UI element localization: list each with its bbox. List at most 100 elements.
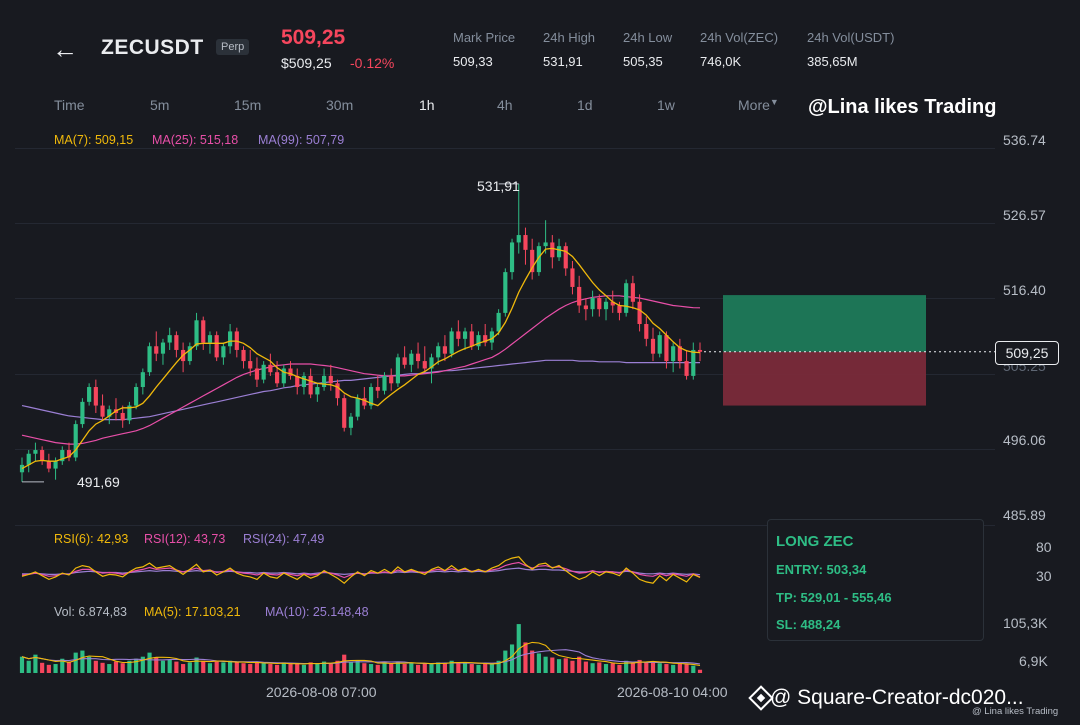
volume-bar bbox=[543, 656, 548, 673]
x-axis-date-label: 2026-08-10 04:00 bbox=[617, 684, 728, 700]
candle-body bbox=[228, 331, 233, 347]
candle-body bbox=[617, 305, 622, 313]
candle-body bbox=[563, 246, 568, 269]
candle-body bbox=[275, 372, 280, 384]
candle-body bbox=[570, 268, 575, 287]
candle-body bbox=[556, 246, 562, 258]
candle-body bbox=[523, 235, 528, 250]
high-price-label: 531,91 bbox=[477, 178, 520, 194]
candle-body bbox=[261, 364, 266, 380]
volume-ma5-legend: MA(5): 17.103,21 bbox=[144, 605, 241, 619]
ma25-line bbox=[21, 295, 701, 445]
candle-body bbox=[650, 338, 656, 354]
volume-bar bbox=[355, 660, 360, 673]
current-price-tag: 509,25 bbox=[995, 341, 1059, 365]
volume-bar bbox=[536, 653, 541, 673]
volume-bar bbox=[462, 663, 468, 673]
candle-body bbox=[550, 242, 555, 258]
candle-body bbox=[321, 375, 327, 388]
volume-bar bbox=[174, 661, 179, 673]
candle-body bbox=[644, 324, 649, 339]
volume-legend: Vol: 6.874,83 bbox=[54, 605, 127, 619]
volume-bar bbox=[295, 663, 300, 673]
candle-body bbox=[684, 361, 689, 376]
volume-bar bbox=[234, 662, 239, 673]
candle-body bbox=[590, 298, 595, 310]
candle-body bbox=[120, 412, 125, 421]
volume-bar bbox=[80, 650, 85, 673]
candle-body bbox=[516, 235, 521, 243]
volume-bar bbox=[570, 660, 575, 673]
candle-body bbox=[207, 335, 213, 343]
candle-body bbox=[167, 335, 172, 343]
volume-bar bbox=[53, 664, 58, 673]
candle-body bbox=[73, 424, 78, 458]
signal-title: LONG ZEC bbox=[776, 533, 854, 550]
volume-bar bbox=[489, 664, 494, 673]
volume-bar bbox=[563, 658, 568, 673]
volume-bar bbox=[664, 664, 669, 673]
candle-body bbox=[308, 375, 313, 395]
volume-bar bbox=[120, 663, 125, 673]
candle-body bbox=[315, 387, 320, 395]
candle-body bbox=[342, 398, 347, 428]
candle-body bbox=[449, 331, 454, 354]
volume-bar bbox=[19, 656, 25, 673]
candle-body bbox=[93, 387, 98, 406]
candle-body bbox=[241, 349, 246, 362]
volume-bar bbox=[697, 669, 703, 673]
volume-bar bbox=[26, 660, 31, 673]
candle-body bbox=[577, 286, 582, 306]
volume-bar bbox=[590, 663, 595, 673]
candle-body bbox=[442, 346, 447, 354]
candle-body bbox=[664, 335, 669, 362]
volume-bar bbox=[476, 664, 481, 673]
candle-body bbox=[194, 320, 199, 347]
candle-body bbox=[395, 357, 401, 384]
candle-body bbox=[671, 346, 676, 362]
volume-ma10-legend: MA(10): 25.148,48 bbox=[265, 605, 369, 619]
volume-bar bbox=[382, 662, 387, 673]
volume-bar bbox=[389, 663, 394, 673]
candle-body bbox=[201, 320, 206, 343]
volume-bar bbox=[275, 664, 280, 673]
volume-bar bbox=[677, 663, 682, 673]
volume-bar bbox=[644, 661, 649, 673]
volume-bar bbox=[402, 664, 407, 673]
candle-body bbox=[597, 298, 602, 310]
rsi6-legend: RSI(6): 42,93 bbox=[54, 532, 129, 546]
candle-body bbox=[214, 335, 219, 358]
candle-body bbox=[248, 361, 253, 369]
candle-body bbox=[147, 346, 152, 373]
volume-bar bbox=[422, 663, 427, 673]
volume-bar bbox=[113, 661, 119, 673]
volume-bar bbox=[254, 661, 260, 673]
candle-body bbox=[462, 331, 468, 339]
volume-bar bbox=[248, 664, 253, 673]
signal-entry: ENTRY: 503,34 bbox=[776, 562, 867, 577]
volume-bar bbox=[187, 662, 192, 673]
volume-bar bbox=[181, 664, 186, 673]
candle-body bbox=[87, 387, 92, 402]
candle-body bbox=[375, 387, 380, 391]
volume-bar bbox=[442, 663, 447, 673]
candle-body bbox=[583, 305, 588, 310]
volume-bar bbox=[556, 659, 562, 673]
volume-bar bbox=[650, 662, 656, 673]
ma7-line bbox=[21, 247, 701, 470]
volume-bar bbox=[603, 664, 609, 673]
volume-bar bbox=[684, 664, 689, 673]
signal-tp: TP: 529,01 - 555,46 bbox=[776, 590, 892, 605]
volume-bar bbox=[368, 664, 374, 673]
volume-bar bbox=[194, 657, 199, 673]
candle-body bbox=[348, 416, 354, 428]
candle-body bbox=[140, 372, 145, 388]
volume-bar bbox=[530, 650, 535, 673]
volume-bar bbox=[483, 663, 488, 673]
volume-bar bbox=[214, 661, 219, 673]
volume-bar bbox=[301, 664, 307, 673]
volume-bar bbox=[207, 663, 213, 673]
candle-body bbox=[355, 398, 360, 417]
volume-bar bbox=[40, 662, 45, 673]
candle-body bbox=[26, 453, 31, 465]
